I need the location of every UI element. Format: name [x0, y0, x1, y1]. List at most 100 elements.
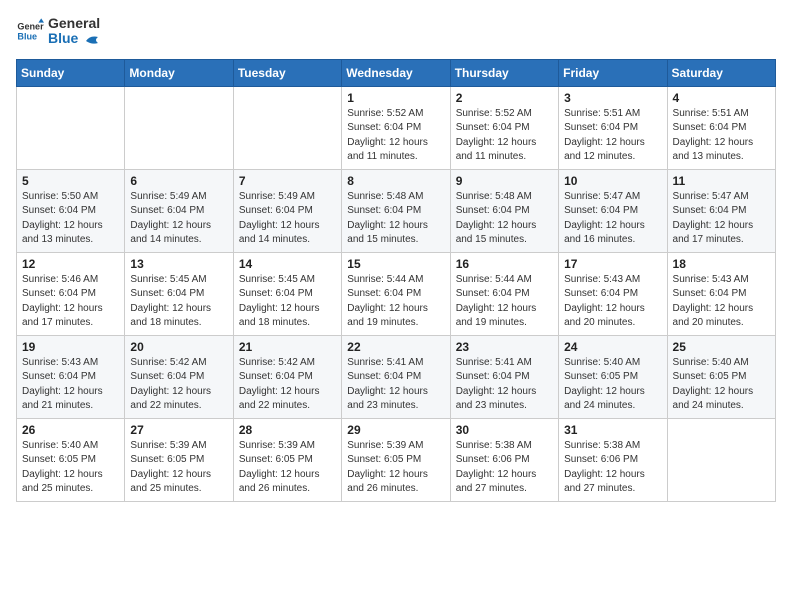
day-number: 23	[456, 340, 553, 354]
day-info: Sunrise: 5:52 AM Sunset: 6:04 PM Dayligh…	[456, 107, 553, 165]
logo-icon: General Blue	[16, 17, 44, 45]
day-number: 28	[239, 423, 336, 437]
logo-bird-icon	[84, 33, 102, 47]
day-number: 24	[564, 340, 661, 354]
day-info: Sunrise: 5:41 AM Sunset: 6:04 PM Dayligh…	[347, 356, 444, 414]
day-info: Sunrise: 5:52 AM Sunset: 6:04 PM Dayligh…	[347, 107, 444, 165]
day-info: Sunrise: 5:44 AM Sunset: 6:04 PM Dayligh…	[456, 273, 553, 331]
calendar-week-row: 5 Sunrise: 5:50 AM Sunset: 6:04 PM Daylig…	[17, 169, 776, 252]
calendar-table: SundayMondayTuesdayWednesdayThursdayFrid…	[16, 59, 776, 502]
calendar-cell: 8Sunrise: 5:48 AM Sunset: 6:04 PM Daylig…	[342, 169, 450, 252]
calendar-cell: 22 Sunrise: 5:41 AM Sunset: 6:04 PM Dayli…	[342, 335, 450, 418]
logo: General Blue General Blue	[16, 16, 102, 47]
calendar-cell: 14Sunrise: 5:45 AM Sunset: 6:04 PM Dayli…	[233, 252, 341, 335]
day-info: Sunrise: 5:46 AM Sunset: 6:04 PM Dayligh…	[22, 273, 119, 331]
day-number: 31	[564, 423, 661, 437]
day-info: Sunrise: 5:47 AM Sunset: 6:04 PM Dayligh…	[673, 190, 770, 248]
day-number: 19	[22, 340, 119, 354]
day-number: 6	[130, 174, 227, 188]
day-info: Sunrise: 5:48 AM Sunset: 6:04 PM Dayligh…	[456, 190, 553, 248]
day-number: 11	[673, 174, 770, 188]
day-number: 20	[130, 340, 227, 354]
day-info: Sunrise: 5:51 AM Sunset: 6:04 PM Dayligh…	[564, 107, 661, 165]
calendar-week-row: 19 Sunrise: 5:43 AM Sunset: 6:04 PM Dayli…	[17, 335, 776, 418]
day-number: 2	[456, 91, 553, 105]
calendar-cell	[667, 418, 775, 501]
calendar-cell: 31 Sunrise: 5:38 AM Sunset: 6:06 PM Dayli…	[559, 418, 667, 501]
calendar-cell: 26 Sunrise: 5:40 AM Sunset: 6:05 PM Dayli…	[17, 418, 125, 501]
calendar-cell: 20 Sunrise: 5:42 AM Sunset: 6:04 PM Dayli…	[125, 335, 233, 418]
day-number: 29	[347, 423, 444, 437]
weekday-header: Monday	[125, 59, 233, 86]
day-info: Sunrise: 5:38 AM Sunset: 6:06 PM Dayligh…	[456, 439, 553, 497]
calendar-cell: 15 Sunrise: 5:44 AM Sunset: 6:04 PM Dayli…	[342, 252, 450, 335]
day-number: 12	[22, 257, 119, 271]
calendar-cell: 30Sunrise: 5:38 AM Sunset: 6:06 PM Dayli…	[450, 418, 558, 501]
svg-text:Blue: Blue	[17, 32, 37, 42]
day-number: 5	[22, 174, 119, 188]
day-number: 27	[130, 423, 227, 437]
day-info: Sunrise: 5:44 AM Sunset: 6:04 PM Dayligh…	[347, 273, 444, 331]
day-number: 18	[673, 257, 770, 271]
calendar-cell: 17 Sunrise: 5:43 AM Sunset: 6:04 PM Dayli…	[559, 252, 667, 335]
calendar-cell: 18 Sunrise: 5:43 AM Sunset: 6:04 PM Dayli…	[667, 252, 775, 335]
weekday-header: Wednesday	[342, 59, 450, 86]
calendar-cell: 24 Sunrise: 5:40 AM Sunset: 6:05 PM Dayli…	[559, 335, 667, 418]
day-info: Sunrise: 5:43 AM Sunset: 6:04 PM Dayligh…	[22, 356, 119, 414]
day-info: Sunrise: 5:39 AM Sunset: 6:05 PM Dayligh…	[347, 439, 444, 497]
calendar-cell: 9Sunrise: 5:48 AM Sunset: 6:04 PM Daylig…	[450, 169, 558, 252]
day-info: Sunrise: 5:45 AM Sunset: 6:04 PM Dayligh…	[130, 273, 227, 331]
day-info: Sunrise: 5:43 AM Sunset: 6:04 PM Dayligh…	[673, 273, 770, 331]
day-number: 10	[564, 174, 661, 188]
day-info: Sunrise: 5:42 AM Sunset: 6:04 PM Dayligh…	[130, 356, 227, 414]
day-number: 15	[347, 257, 444, 271]
day-info: Sunrise: 5:42 AM Sunset: 6:04 PM Dayligh…	[239, 356, 336, 414]
calendar-cell: 28Sunrise: 5:39 AM Sunset: 6:05 PM Dayli…	[233, 418, 341, 501]
calendar-cell: 16 Sunrise: 5:44 AM Sunset: 6:04 PM Dayli…	[450, 252, 558, 335]
calendar-cell: 13 Sunrise: 5:45 AM Sunset: 6:04 PM Dayli…	[125, 252, 233, 335]
day-info: Sunrise: 5:40 AM Sunset: 6:05 PM Dayligh…	[673, 356, 770, 414]
day-info: Sunrise: 5:40 AM Sunset: 6:05 PM Dayligh…	[22, 439, 119, 497]
day-info: Sunrise: 5:50 AM Sunset: 6:04 PM Dayligh…	[22, 190, 119, 248]
day-info: Sunrise: 5:38 AM Sunset: 6:06 PM Dayligh…	[564, 439, 661, 497]
day-number: 7	[239, 174, 336, 188]
day-info: Sunrise: 5:45 AM Sunset: 6:04 PM Dayligh…	[239, 273, 336, 331]
calendar-cell: 6 Sunrise: 5:49 AM Sunset: 6:04 PM Daylig…	[125, 169, 233, 252]
calendar-week-row: 12 Sunrise: 5:46 AM Sunset: 6:04 PM Dayli…	[17, 252, 776, 335]
page-header: General Blue General Blue	[16, 16, 776, 47]
calendar-cell: 3Sunrise: 5:51 AM Sunset: 6:04 PM Daylig…	[559, 86, 667, 169]
day-info: Sunrise: 5:49 AM Sunset: 6:04 PM Dayligh…	[239, 190, 336, 248]
day-number: 16	[456, 257, 553, 271]
calendar-cell: 10Sunrise: 5:47 AM Sunset: 6:04 PM Dayli…	[559, 169, 667, 252]
day-number: 8	[347, 174, 444, 188]
calendar-cell: 11 Sunrise: 5:47 AM Sunset: 6:04 PM Dayli…	[667, 169, 775, 252]
day-info: Sunrise: 5:40 AM Sunset: 6:05 PM Dayligh…	[564, 356, 661, 414]
day-info: Sunrise: 5:41 AM Sunset: 6:04 PM Dayligh…	[456, 356, 553, 414]
calendar-cell: 4Sunrise: 5:51 AM Sunset: 6:04 PM Daylig…	[667, 86, 775, 169]
weekday-header: Sunday	[17, 59, 125, 86]
weekday-header: Friday	[559, 59, 667, 86]
day-info: Sunrise: 5:51 AM Sunset: 6:04 PM Dayligh…	[673, 107, 770, 165]
weekday-header: Thursday	[450, 59, 558, 86]
calendar-cell: 7 Sunrise: 5:49 AM Sunset: 6:04 PM Daylig…	[233, 169, 341, 252]
calendar-cell: 19 Sunrise: 5:43 AM Sunset: 6:04 PM Dayli…	[17, 335, 125, 418]
calendar-cell	[233, 86, 341, 169]
day-number: 21	[239, 340, 336, 354]
day-number: 13	[130, 257, 227, 271]
calendar-week-row: 26 Sunrise: 5:40 AM Sunset: 6:05 PM Dayli…	[17, 418, 776, 501]
day-number: 26	[22, 423, 119, 437]
logo-general: General	[48, 15, 100, 31]
day-number: 22	[347, 340, 444, 354]
weekday-header-row: SundayMondayTuesdayWednesdayThursdayFrid…	[17, 59, 776, 86]
day-info: Sunrise: 5:43 AM Sunset: 6:04 PM Dayligh…	[564, 273, 661, 331]
calendar-cell: 25 Sunrise: 5:40 AM Sunset: 6:05 PM Dayli…	[667, 335, 775, 418]
day-info: Sunrise: 5:49 AM Sunset: 6:04 PM Dayligh…	[130, 190, 227, 248]
calendar-cell: 23 Sunrise: 5:41 AM Sunset: 6:04 PM Dayli…	[450, 335, 558, 418]
calendar-cell: 2 Sunrise: 5:52 AM Sunset: 6:04 PM Daylig…	[450, 86, 558, 169]
weekday-header: Tuesday	[233, 59, 341, 86]
calendar-cell: 29 Sunrise: 5:39 AM Sunset: 6:05 PM Dayli…	[342, 418, 450, 501]
calendar-cell: 1Sunrise: 5:52 AM Sunset: 6:04 PM Daylig…	[342, 86, 450, 169]
day-number: 17	[564, 257, 661, 271]
calendar-cell	[17, 86, 125, 169]
day-number: 25	[673, 340, 770, 354]
